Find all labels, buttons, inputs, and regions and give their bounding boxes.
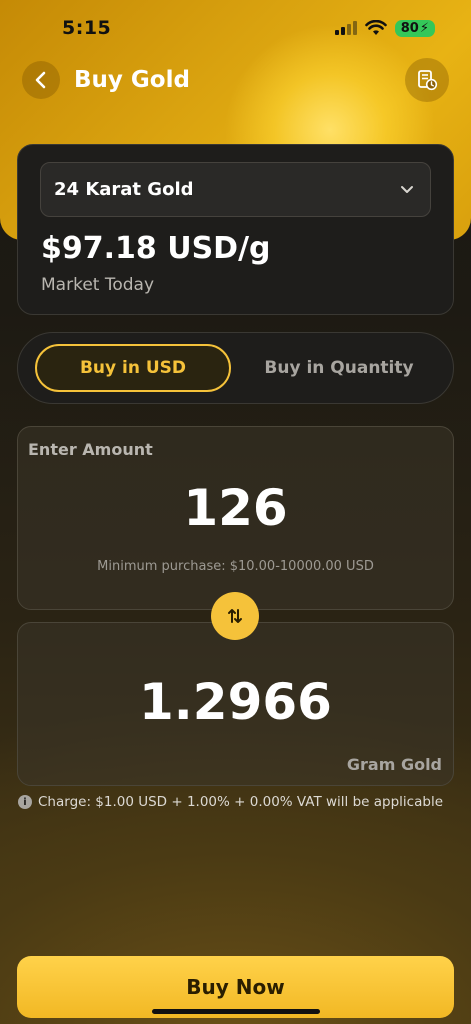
cellular-signal-icon	[334, 21, 357, 35]
market-label: Market Today	[41, 275, 155, 295]
status-bar: 5:15 80 ⚡	[0, 0, 471, 56]
minimum-purchase-note: Minimum purchase: $10.00-10000.00 USD	[97, 559, 374, 574]
gold-type-select[interactable]: 24 Karat Gold	[40, 162, 431, 217]
gold-price-card: 24 Karat Gold $97.18 USD/g Market Today	[17, 144, 454, 315]
amount-input-box[interactable]: Enter Amount 126 Minimum purchase: $10.0…	[17, 426, 454, 610]
nav-bar: Buy Gold	[22, 58, 449, 102]
enter-amount-label: Enter Amount	[28, 440, 153, 459]
swap-button[interactable]	[211, 592, 259, 640]
gold-price: $97.18 USD/g	[41, 231, 271, 266]
gram-gold-unit: Gram Gold	[346, 755, 442, 774]
tab-buy-in-quantity[interactable]: Buy in Quantity	[240, 344, 438, 392]
info-icon: i	[18, 795, 32, 809]
home-indicator	[152, 1009, 320, 1014]
nav-left: Buy Gold	[22, 61, 190, 99]
back-button[interactable]	[22, 61, 60, 99]
chevron-left-icon	[35, 71, 46, 89]
gold-type-value: 24 Karat Gold	[54, 179, 194, 200]
chevron-down-icon	[401, 185, 413, 193]
receipt-history-icon	[418, 70, 438, 91]
battery-level: 80	[400, 20, 419, 36]
charge-text: Charge: $1.00 USD + 1.00% + 0.00% VAT wi…	[38, 794, 443, 810]
charging-bolt-icon: ⚡	[419, 20, 429, 36]
buy-mode-toggle: Buy in USD Buy in Quantity	[17, 332, 454, 404]
swap-arrows-icon	[228, 609, 242, 623]
quantity-output-box: 1.2966 Gram Gold	[17, 622, 454, 786]
amount-input[interactable]: 126	[18, 479, 453, 537]
wifi-icon	[364, 20, 387, 35]
battery-indicator: 80 ⚡	[394, 19, 435, 37]
status-time: 5:15	[62, 17, 112, 39]
status-icons: 80 ⚡	[334, 19, 435, 37]
charge-info: i Charge: $1.00 USD + 1.00% + 0.00% VAT …	[18, 794, 443, 810]
gram-quantity-value: 1.2966	[139, 673, 332, 731]
tab-buy-in-usd[interactable]: Buy in USD	[35, 344, 231, 392]
history-button[interactable]	[405, 58, 449, 102]
page-title: Buy Gold	[74, 67, 190, 93]
